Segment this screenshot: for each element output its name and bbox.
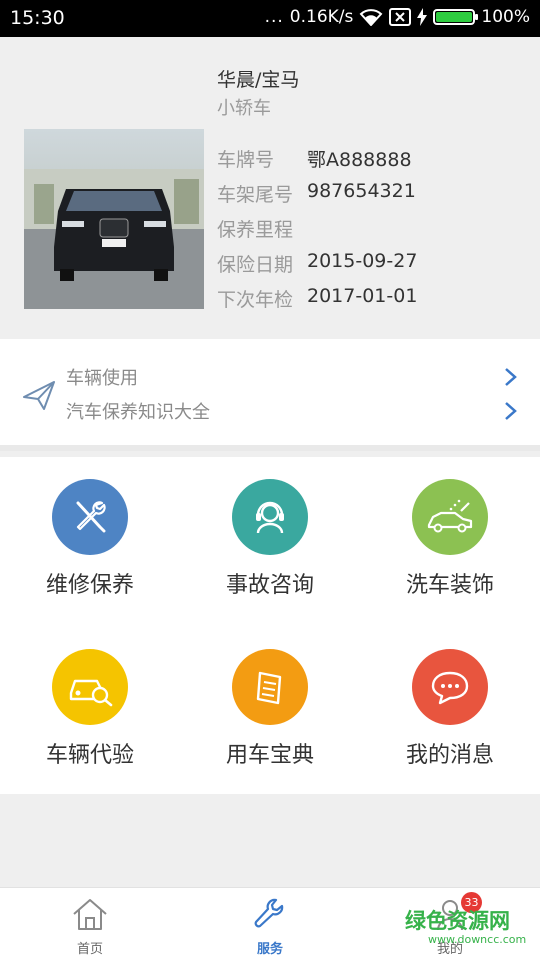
service-label: 车辆代验	[45, 743, 134, 768]
service-messages[interactable]: 我的消息	[360, 627, 540, 777]
service-accident-circle	[232, 479, 308, 555]
tip-item-label: 车辆使用	[66, 368, 138, 389]
service-inspection-circle	[52, 649, 128, 725]
nav-service[interactable]: 服务	[180, 888, 360, 960]
service-grid: 维修保养 事故咨询 洗车装饰 车辆代验 用车宝典 我的消息	[0, 457, 540, 794]
car-info-card[interactable]: 华晨/宝马 小轿车 车牌号 鄂A888888 车架尾号 987654321 保养…	[0, 37, 540, 339]
service-accident[interactable]: 事故咨询	[180, 457, 360, 607]
service-repair-circle	[52, 479, 128, 555]
battery-percent: 100%	[481, 7, 530, 27]
vin-value: 987654321	[307, 180, 416, 202]
wifi-icon	[359, 9, 383, 26]
sim-missing-icon	[389, 8, 412, 26]
plate-label: 车牌号	[217, 149, 275, 171]
service-inspection[interactable]: 车辆代验	[0, 627, 180, 777]
watermark-text: 绿色资源网	[405, 909, 510, 933]
service-carwash-circle	[412, 479, 488, 555]
watermark-url: www.downcc.com	[428, 933, 527, 946]
wrench-icon	[254, 898, 284, 928]
service-label: 洗车装饰	[405, 573, 494, 598]
plate-value: 鄂A888888	[307, 149, 412, 171]
service-carwash[interactable]: 洗车装饰	[360, 457, 540, 607]
battery-level	[436, 12, 473, 22]
chat-bubble-icon	[431, 671, 469, 705]
plate-row: 车牌号 鄂A888888	[217, 145, 412, 172]
service-label: 维修保养	[45, 573, 134, 598]
insurance-row: 保险日期 2015-09-27	[217, 250, 417, 277]
service-label: 用车宝典	[225, 743, 314, 768]
service-repair[interactable]: 维修保养	[0, 457, 180, 607]
tip-item-usage[interactable]: 车辆使用	[66, 362, 520, 392]
tips-panel: 车辆使用 汽车保养知识大全	[0, 339, 540, 451]
car-illustration	[24, 169, 204, 309]
home-icon	[73, 899, 107, 930]
paper-plane-icon	[23, 381, 55, 410]
inspection-value: 2017-01-01	[307, 285, 418, 307]
insurance-label: 保险日期	[217, 254, 294, 276]
status-dots: ...	[264, 7, 284, 27]
insurance-value: 2015-09-27	[307, 250, 418, 272]
battery-icon	[433, 9, 479, 25]
car-type: 小轿车	[217, 98, 271, 119]
service-messages-circle	[412, 649, 488, 725]
car-brand: 华晨/宝马	[217, 69, 300, 91]
tip-item-maintenance[interactable]: 汽车保养知识大全	[66, 396, 520, 426]
wrench-screwdriver-icon	[76, 501, 106, 533]
book-icon	[256, 671, 282, 705]
car-photo	[24, 129, 204, 309]
chevron-right-icon	[505, 402, 517, 420]
car-inspect-icon	[69, 679, 113, 707]
nav-service-label: 服务	[256, 942, 283, 957]
car-wash-icon	[427, 499, 473, 533]
inspection-row: 下次年检 2017-01-01	[217, 285, 417, 312]
status-bar: 15:30 ... 0.16K/s 100%	[0, 0, 540, 37]
inspection-label: 下次年检	[217, 289, 294, 311]
service-handbook[interactable]: 用车宝典	[180, 627, 360, 777]
service-label: 事故咨询	[225, 573, 314, 598]
vin-label: 车架尾号	[217, 184, 294, 206]
mileage-label: 保养里程	[217, 219, 294, 241]
nav-home[interactable]: 首页	[0, 888, 180, 960]
status-right: ... 0.16K/s 100%	[265, 7, 530, 27]
nav-home-label: 首页	[76, 942, 103, 957]
service-label: 我的消息	[405, 743, 494, 768]
service-handbook-circle	[232, 649, 308, 725]
headset-agent-icon	[256, 501, 284, 534]
charging-icon	[417, 8, 428, 26]
network-speed: 0.16K/s	[289, 7, 354, 27]
chevron-right-icon	[505, 368, 517, 386]
mileage-row: 保养里程	[217, 215, 307, 242]
status-time: 15:30	[10, 7, 65, 29]
vin-row: 车架尾号 987654321	[217, 180, 416, 207]
tip-item-label: 汽车保养知识大全	[66, 402, 210, 423]
